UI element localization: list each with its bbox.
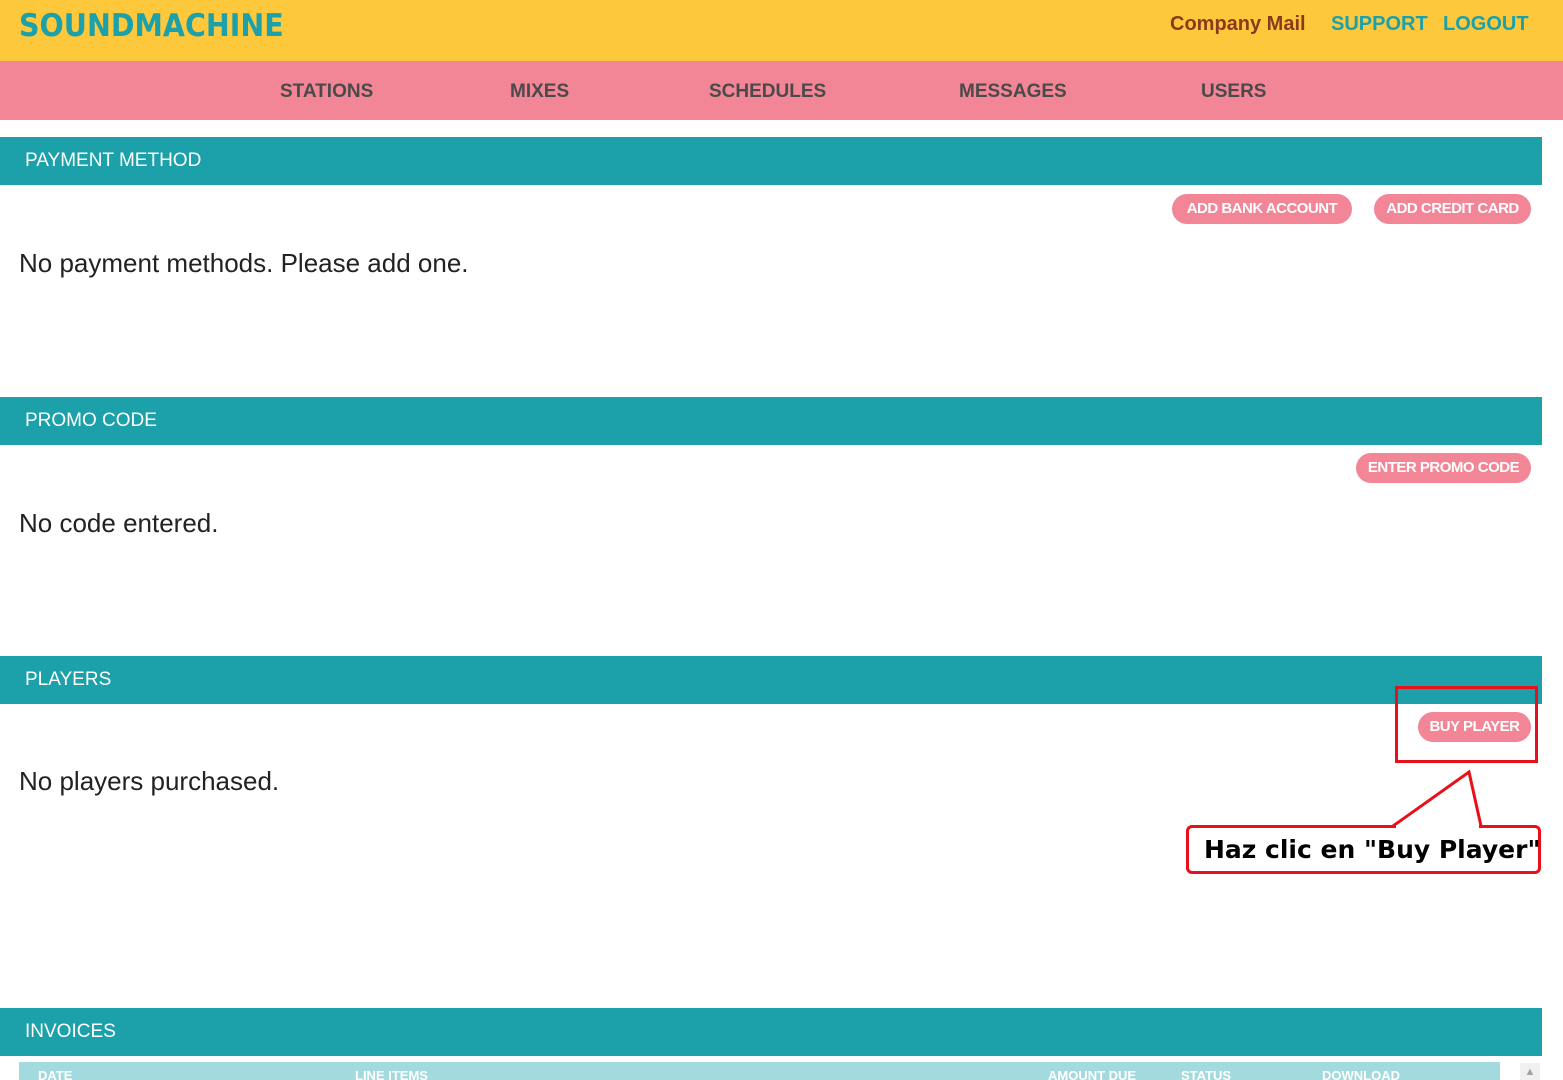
enter-promo-code-button[interactable]: ENTER PROMO CODE bbox=[1356, 453, 1531, 483]
players-empty-message: No players purchased. bbox=[19, 766, 280, 796]
top-header-bar: SOUNDMACHINE Company Mail SUPPORT LOGOUT bbox=[0, 0, 1563, 61]
promo-code-header: PROMO CODE bbox=[0, 397, 1542, 445]
page: SOUNDMACHINE Company Mail SUPPORT LOGOUT… bbox=[0, 0, 1563, 1080]
invoice-table-header: DATE LINE ITEMS AMOUNT DUE STATUS DOWNLO… bbox=[19, 1062, 1500, 1080]
nav-item-schedules[interactable]: SCHEDULES bbox=[709, 81, 826, 103]
nav-item-messages[interactable]: MESSAGES bbox=[959, 81, 1067, 103]
nav-item-mixes[interactable]: MIXES bbox=[510, 81, 569, 103]
invoice-col-amount-due[interactable]: AMOUNT DUE bbox=[1048, 1068, 1136, 1080]
invoice-col-status[interactable]: STATUS bbox=[1181, 1068, 1231, 1080]
scroll-up-arrow-icon[interactable]: ▲ bbox=[1520, 1063, 1540, 1080]
invoice-col-download[interactable]: DOWNLOAD bbox=[1322, 1068, 1400, 1080]
promo-empty-message: No code entered. bbox=[19, 508, 219, 538]
players-header: PLAYERS bbox=[0, 656, 1542, 704]
nav-item-stations[interactable]: STATIONS bbox=[280, 81, 373, 103]
add-credit-card-button[interactable]: ADD CREDIT CARD bbox=[1374, 194, 1531, 224]
company-mail-link[interactable]: Company Mail bbox=[1170, 13, 1306, 36]
invoice-col-date[interactable]: DATE bbox=[38, 1068, 72, 1080]
logout-link[interactable]: LOGOUT bbox=[1443, 13, 1529, 36]
soundmachine-logo[interactable]: SOUNDMACHINE bbox=[19, 8, 284, 44]
invoice-col-line-items[interactable]: LINE ITEMS bbox=[355, 1068, 428, 1080]
callout-label: Haz clic en "Buy Player" bbox=[1186, 825, 1541, 874]
main-nav-bar: STATIONS MIXES SCHEDULES MESSAGES USERS bbox=[0, 61, 1563, 120]
payment-method-header: PAYMENT METHOD bbox=[0, 137, 1542, 185]
callout-pointer-join bbox=[1396, 825, 1479, 829]
payment-method-title: PAYMENT METHOD bbox=[25, 150, 202, 171]
promo-code-title: PROMO CODE bbox=[25, 410, 157, 431]
invoices-title: INVOICES bbox=[25, 1021, 116, 1042]
invoices-header: INVOICES bbox=[0, 1008, 1542, 1056]
nav-item-users[interactable]: USERS bbox=[1201, 81, 1266, 103]
add-bank-account-button[interactable]: ADD BANK ACCOUNT bbox=[1172, 194, 1352, 224]
players-title: PLAYERS bbox=[25, 669, 112, 690]
support-link[interactable]: SUPPORT bbox=[1331, 13, 1428, 36]
payment-empty-message: No payment methods. Please add one. bbox=[19, 248, 469, 278]
callout-highlight-box bbox=[1395, 686, 1538, 763]
